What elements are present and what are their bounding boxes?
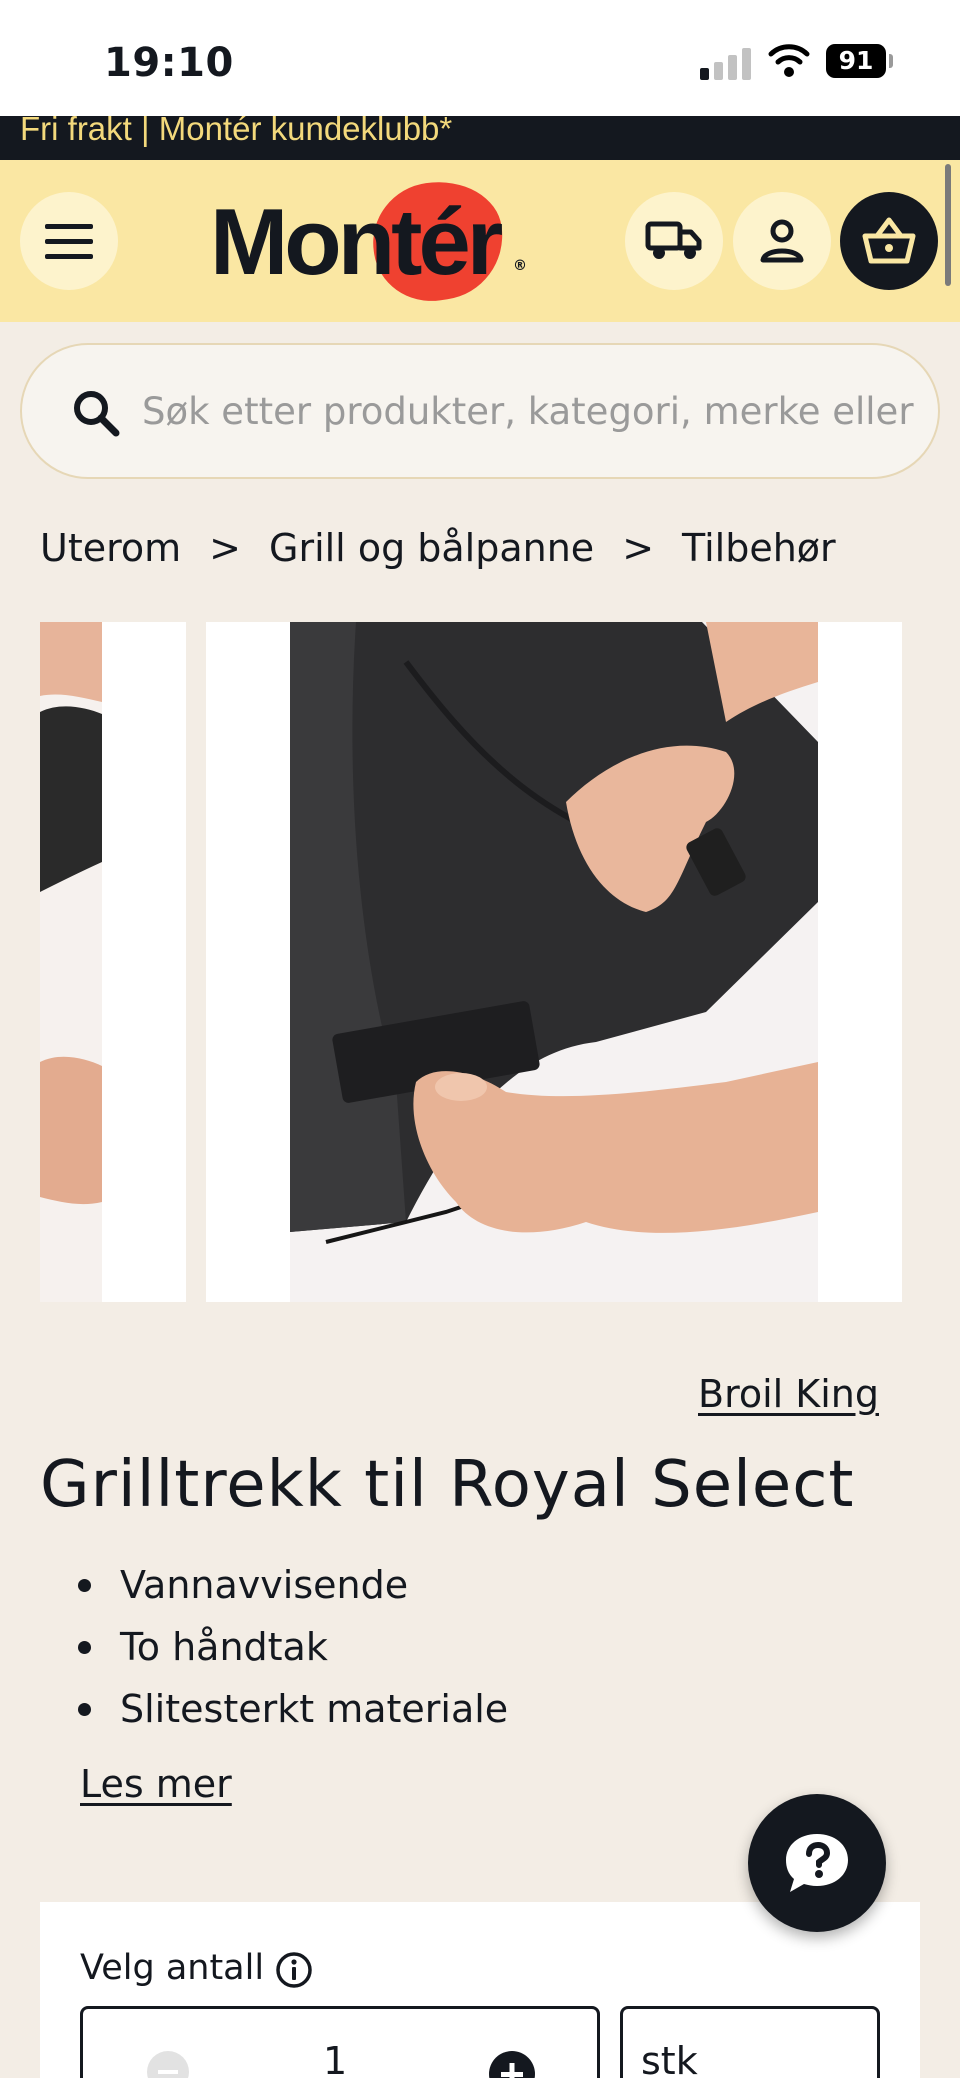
basket-icon xyxy=(862,217,916,264)
status-time: 19:10 xyxy=(104,40,234,86)
feature-item: Vannavvisende xyxy=(70,1554,508,1616)
logo-registered-mark: ® xyxy=(513,258,527,274)
info-icon[interactable] xyxy=(274,1950,314,1990)
product-title: Grilltrekk til Royal Select xyxy=(40,1448,855,1522)
cellular-signal-icon xyxy=(700,46,752,80)
promo-text: Fri frakt | Montér kundeklubb* xyxy=(20,116,453,147)
scrollbar[interactable] xyxy=(945,164,951,286)
quantity-panel: Velg antall 1 stk xyxy=(40,1902,920,2078)
account-button[interactable] xyxy=(733,192,831,290)
quantity-stepper[interactable]: 1 xyxy=(80,2006,600,2078)
decrease-quantity-button[interactable] xyxy=(147,2051,189,2078)
question-chat-icon xyxy=(786,1834,848,1892)
grill-cover-photo xyxy=(40,622,102,1302)
plus-icon xyxy=(501,2063,523,2078)
battery-indicator: 91 xyxy=(826,44,886,78)
delivery-truck-icon xyxy=(645,221,702,259)
menu-icon xyxy=(45,224,93,259)
feature-list: Vannavvisende To håndtak Slitesterkt mat… xyxy=(70,1554,508,1740)
delivery-button[interactable] xyxy=(625,192,723,290)
feature-item: To håndtak xyxy=(70,1616,508,1678)
logo-text: Montér xyxy=(210,189,503,294)
search-input[interactable] xyxy=(142,375,922,447)
promo-bar[interactable]: Fri frakt | Montér kundeklubb* xyxy=(0,116,960,160)
product-image-gallery[interactable] xyxy=(40,622,920,1302)
read-more-link[interactable]: Les mer xyxy=(80,1762,232,1806)
montér-logo[interactable]: Montér ® xyxy=(210,173,530,309)
minus-icon xyxy=(158,2070,178,2074)
breadcrumb-item-tilbehor[interactable]: Tilbehør xyxy=(682,526,836,570)
breadcrumb-item-uterom[interactable]: Uterom xyxy=(40,526,181,570)
search-bar[interactable] xyxy=(20,343,940,479)
breadcrumb: Uterom > Grill og bålpanne > Tilbehør xyxy=(40,520,836,576)
account-icon xyxy=(760,219,804,263)
unit-value: stk xyxy=(641,2039,698,2078)
cart-button[interactable] xyxy=(840,192,938,290)
quantity-value[interactable]: 1 xyxy=(323,2039,347,2078)
menu-button[interactable] xyxy=(20,192,118,290)
brand-link[interactable]: Broil King xyxy=(698,1372,879,1416)
breadcrumb-item-grill[interactable]: Grill og bålpanne xyxy=(269,526,594,570)
breadcrumb-separator: > xyxy=(622,526,655,570)
wifi-icon xyxy=(768,44,810,77)
search-icon xyxy=(74,391,120,437)
unit-select[interactable]: stk xyxy=(620,2006,880,2078)
help-chat-button[interactable] xyxy=(748,1794,886,1932)
feature-item: Slitesterkt materiale xyxy=(70,1678,508,1740)
main-product-image[interactable] xyxy=(206,622,902,1302)
status-bar: 19:10 91 xyxy=(0,0,960,116)
grill-cover-velcro-photo xyxy=(290,622,818,1302)
battery-tip xyxy=(889,54,893,68)
breadcrumb-separator: > xyxy=(209,526,241,570)
quantity-label: Velg antall xyxy=(80,1948,265,1988)
previous-product-image[interactable] xyxy=(40,622,186,1302)
site-header: Montér ® xyxy=(0,160,960,322)
increase-quantity-button[interactable] xyxy=(489,2051,535,2078)
